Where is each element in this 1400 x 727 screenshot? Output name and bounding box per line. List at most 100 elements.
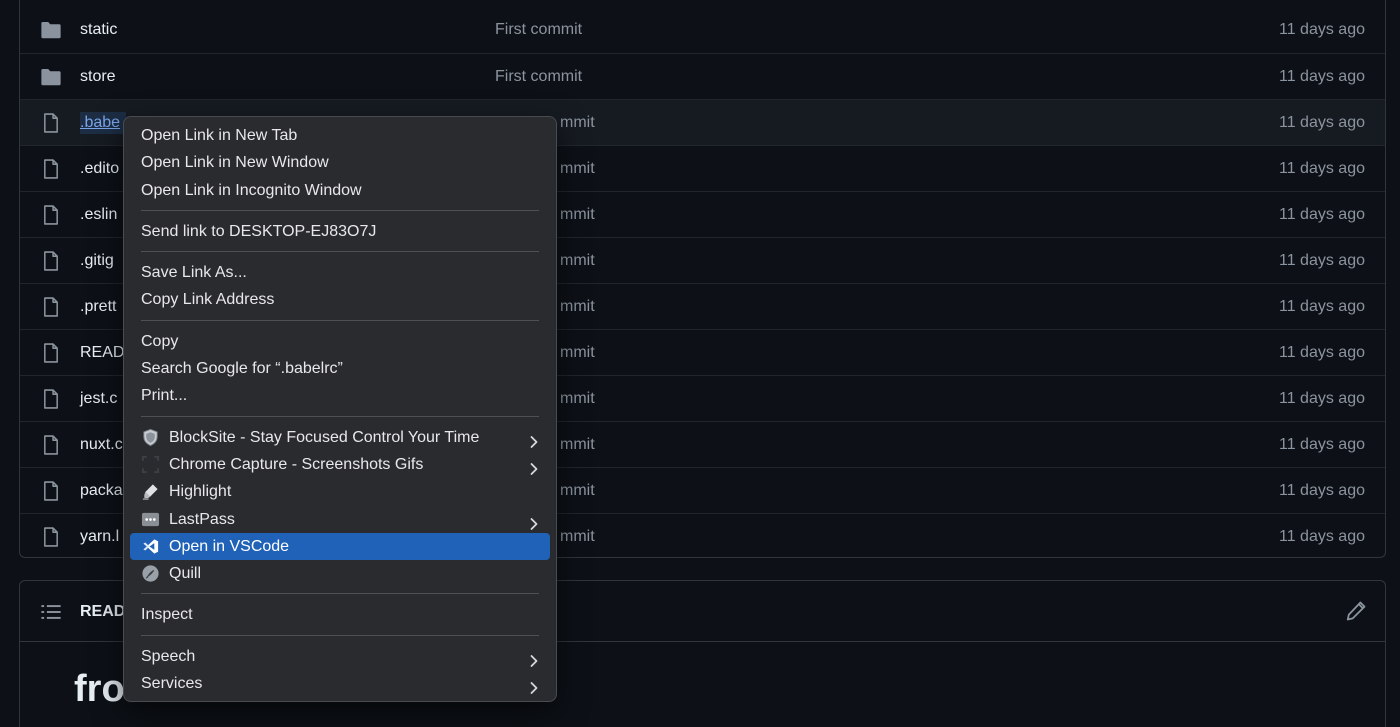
menu-separator <box>130 587 550 601</box>
menu-item-label: Inspect <box>141 606 193 624</box>
menu-item-label: Open Link in Incognito Window <box>141 181 362 199</box>
file-icon <box>40 480 62 502</box>
commit-message-link[interactable]: mmit <box>560 342 595 364</box>
commit-message-link[interactable]: mmit <box>560 388 595 410</box>
commit-date: 11 days ago <box>1279 390 1365 407</box>
commit-message-link[interactable]: mmit <box>560 526 595 548</box>
menu-separator <box>130 204 550 218</box>
file-name-link[interactable]: .prett <box>80 296 116 318</box>
commit-message-link[interactable]: mmit <box>560 296 595 318</box>
menu-item-label: Open Link in New Window <box>141 154 329 172</box>
commit-date: 11 days ago <box>1279 21 1365 38</box>
file-icon <box>40 250 62 272</box>
commit-message-link[interactable]: mmit <box>560 250 595 272</box>
menu-item-label: Copy Link Address <box>141 291 275 309</box>
menu-separator <box>130 245 550 259</box>
file-row[interactable]: static First commit 11 days ago <box>20 7 1385 53</box>
commit-date: 11 days ago <box>1279 344 1365 361</box>
chevron-right-icon <box>528 458 540 475</box>
menu-item-open-link-in-new-tab[interactable]: Open Link in New Tab <box>130 122 550 149</box>
commit-date: 11 days ago <box>1279 160 1365 177</box>
file-name-link[interactable]: READ <box>80 342 124 364</box>
menu-item-label: Copy <box>141 332 179 350</box>
menu-item-label: Search Google for “.babelrc” <box>141 360 343 378</box>
commit-message-link[interactable]: First commit <box>495 66 582 88</box>
menu-item-print[interactable]: Print... <box>130 382 550 409</box>
vscode-icon <box>141 537 160 556</box>
commit-date: 11 days ago <box>1279 482 1365 499</box>
chrome-capture-icon <box>141 455 160 474</box>
menu-item-label: Speech <box>141 647 196 665</box>
file-icon <box>40 204 62 226</box>
file-icon <box>40 112 62 134</box>
file-icon <box>40 158 62 180</box>
menu-item-copy-link-address[interactable]: Copy Link Address <box>130 286 550 313</box>
file-icon <box>40 342 62 364</box>
file-name-link[interactable]: static <box>80 19 117 41</box>
menu-item-label: Quill <box>169 565 202 583</box>
menu-item-label: Highlight <box>169 483 232 501</box>
menu-item-label: Open Link in New Tab <box>141 127 298 144</box>
commit-date: 11 days ago <box>1279 206 1365 223</box>
menu-item-send-link-to-desktop-ej83o7j[interactable]: Send link to DESKTOP-EJ83O7J <box>130 218 550 245</box>
file-name-link[interactable]: yarn.l <box>80 526 119 548</box>
menu-item-label: Open in VSCode <box>169 537 290 555</box>
chevron-right-icon <box>528 513 540 530</box>
menu-item-highlight[interactable]: Highlight <box>130 478 550 505</box>
file-icon <box>40 526 62 548</box>
menu-item-search-google-for-babelrc[interactable]: Search Google for “.babelrc” <box>130 355 550 382</box>
menu-item-services[interactable]: Services <box>130 670 550 697</box>
menu-item-copy[interactable]: Copy <box>130 328 550 355</box>
commit-message-link[interactable]: mmit <box>560 434 595 456</box>
menu-item-quill[interactable]: Quill <box>130 560 550 587</box>
menu-item-label: Save Link As... <box>141 264 247 282</box>
menu-item-blocksite-stay-focused-control-your-time[interactable]: BlockSite - Stay Focused Control Your Ti… <box>130 424 550 451</box>
list-icon[interactable] <box>40 601 62 623</box>
menu-separator <box>130 314 550 328</box>
commit-message-link[interactable]: mmit <box>560 204 595 226</box>
file-name-link[interactable]: nuxt.c <box>80 434 123 456</box>
chevron-right-icon <box>528 677 540 694</box>
chevron-right-icon <box>528 431 540 448</box>
file-name-link[interactable]: .gitig <box>80 250 114 272</box>
menu-item-lastpass[interactable]: LastPass <box>130 506 550 533</box>
file-name-link[interactable]: .eslin <box>80 204 117 226</box>
folder-icon <box>40 66 62 88</box>
menu-item-label: Print... <box>141 387 188 405</box>
file-name-link[interactable]: .babe <box>80 112 127 134</box>
menu-item-open-link-in-new-window[interactable]: Open Link in New Window <box>130 149 550 176</box>
menu-item-label: LastPass <box>169 510 235 528</box>
quill-icon <box>141 564 160 583</box>
menu-item-save-link-as[interactable]: Save Link As... <box>130 259 550 286</box>
commit-message-link[interactable]: First commit <box>495 19 582 41</box>
folder-icon <box>40 19 62 41</box>
file-name-link[interactable]: jest.c <box>80 388 117 410</box>
file-name-link[interactable]: store <box>80 66 116 88</box>
menu-item-open-link-in-incognito-window[interactable]: Open Link in Incognito Window <box>130 177 550 204</box>
commit-message-link[interactable]: mmit <box>560 158 595 180</box>
file-icon <box>40 434 62 456</box>
blocksite-shield-icon <box>141 428 160 447</box>
commit-message-link[interactable]: mmit <box>560 480 595 502</box>
file-icon <box>40 296 62 318</box>
highlighter-icon <box>141 482 160 501</box>
file-row[interactable]: store First commit 11 days ago <box>20 53 1385 99</box>
menu-item-speech[interactable]: Speech <box>130 643 550 670</box>
menu-item-inspect[interactable]: Inspect <box>130 601 550 628</box>
menu-separator <box>130 410 550 424</box>
menu-item-label: BlockSite - Stay Focused Control Your Ti… <box>169 428 480 446</box>
readme-title: READ <box>80 603 126 620</box>
chevron-right-icon <box>528 650 540 667</box>
menu-item-chrome-capture-screenshots-gifs[interactable]: Chrome Capture - Screenshots Gifs <box>130 451 550 478</box>
lastpass-icon <box>141 510 160 529</box>
commit-date: 11 days ago <box>1279 436 1365 453</box>
menu-separator <box>130 629 550 643</box>
pencil-edit-icon[interactable] <box>1345 600 1367 622</box>
commit-date: 11 days ago <box>1279 114 1365 131</box>
context-menu: Open Link in New Tab Open Link in New Win… <box>123 116 557 702</box>
menu-item-open-in-vscode[interactable]: Open in VSCode <box>130 532 550 561</box>
file-name-link[interactable]: .edito <box>80 158 119 180</box>
file-name-link[interactable]: packa <box>80 480 123 502</box>
readme-heading: fro <box>74 668 125 710</box>
commit-message-link[interactable]: mmit <box>560 112 595 134</box>
